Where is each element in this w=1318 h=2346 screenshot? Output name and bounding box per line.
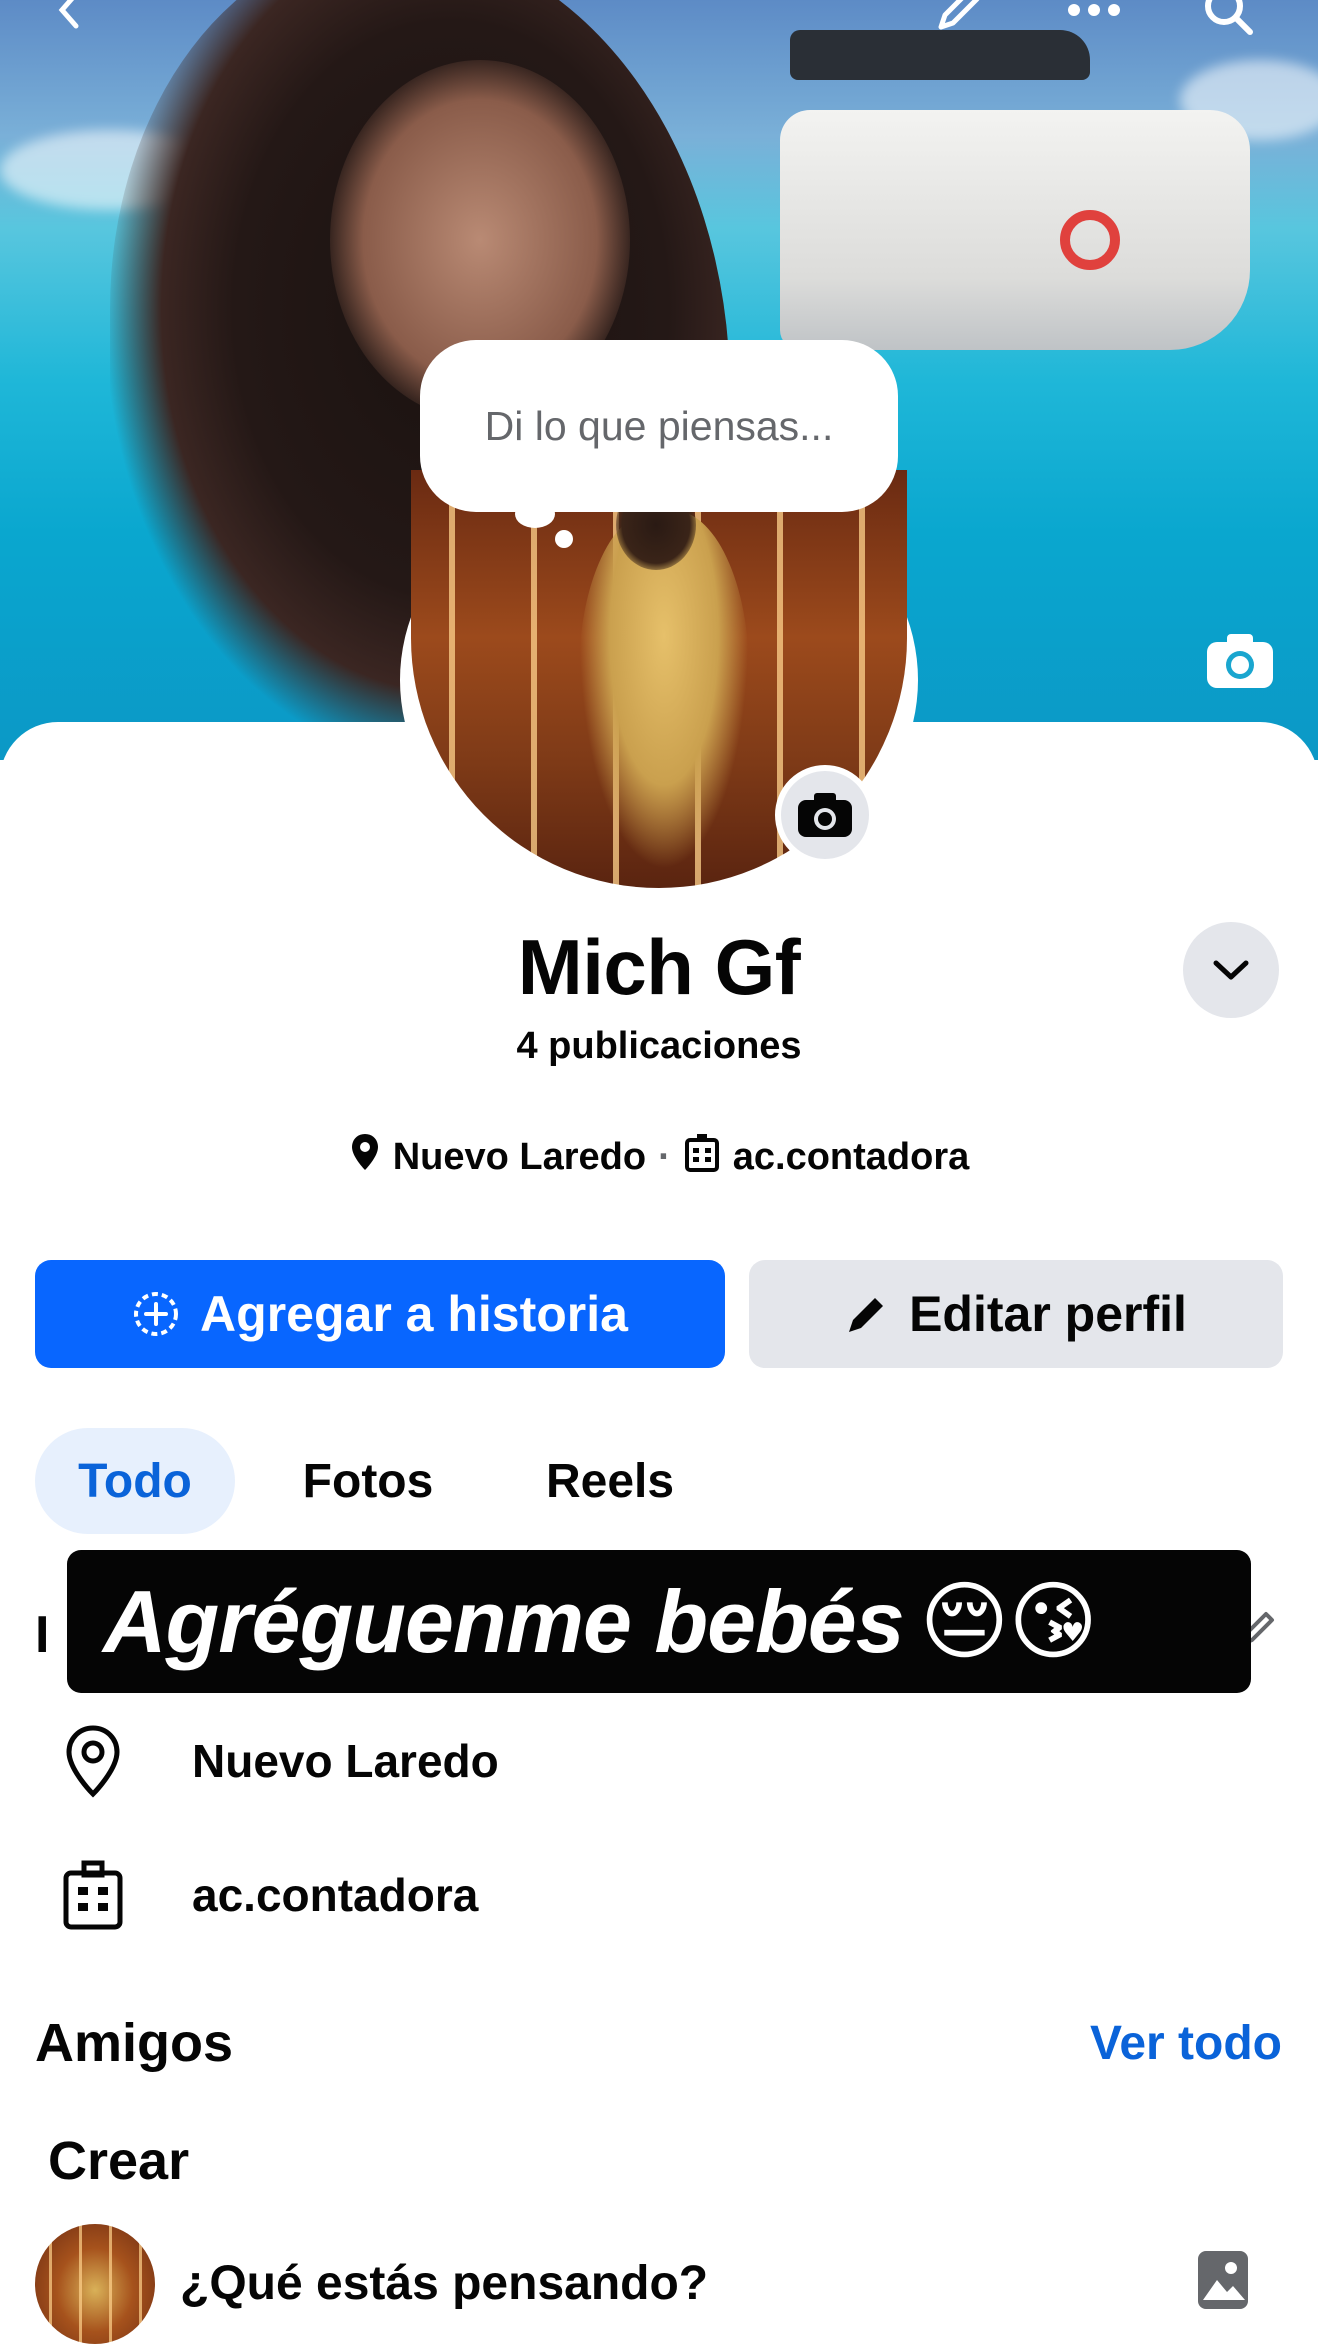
thought-bubble[interactable]: Di lo que piensas... bbox=[420, 340, 898, 512]
friends-heading: Amigos bbox=[35, 2013, 234, 2073]
tab-fotos[interactable]: Fotos bbox=[268, 1428, 468, 1534]
chevron-down-icon bbox=[1213, 960, 1249, 980]
location-pin-icon bbox=[58, 1721, 128, 1801]
edit-profile-label: Editar perfil bbox=[909, 1286, 1187, 1342]
sticker-emoji: 😔😘 bbox=[919, 1573, 1098, 1670]
pencil-icon bbox=[849, 1298, 884, 1332]
profile-dropdown-button[interactable] bbox=[1183, 922, 1279, 1018]
sticker-text: Agréguenme bebés bbox=[103, 1571, 905, 1671]
cover-camera-icon[interactable] bbox=[1205, 632, 1275, 690]
bubble-tail-small bbox=[555, 530, 573, 548]
search-icon[interactable] bbox=[1200, 0, 1256, 38]
photo-icon[interactable] bbox=[1195, 2248, 1251, 2312]
add-story-icon bbox=[134, 1292, 179, 1336]
text-sticker-overlay: Agréguenme bebés 😔😘 bbox=[67, 1550, 1251, 1693]
post-count[interactable]: 4 publicaciones bbox=[0, 1025, 1318, 1068]
intro-heading: I bbox=[35, 1606, 50, 1664]
meta-separator: · bbox=[658, 1135, 671, 1178]
profile-name: Mich Gf bbox=[517, 923, 801, 1011]
see-all-friends-link[interactable]: Ver todo bbox=[1090, 2016, 1282, 2071]
profile-page: Di lo que piensas... Mich Gf 4 publicaci… bbox=[0, 0, 1318, 2346]
create-heading: Crear bbox=[48, 2131, 190, 2191]
edit-pencil-icon[interactable] bbox=[930, 0, 986, 38]
edit-profile-button[interactable]: Editar perfil bbox=[749, 1260, 1283, 1368]
bubble-tail bbox=[515, 500, 555, 528]
location-pin-icon bbox=[349, 1132, 381, 1182]
add-to-story-button[interactable]: Agregar a historia bbox=[35, 1260, 725, 1368]
detail-location-text: Nuevo Laredo bbox=[192, 1735, 499, 1787]
detail-work-text: ac.contadora bbox=[192, 1869, 479, 1921]
profile-meta: Nuevo Laredo · ac.contadora bbox=[0, 1132, 1318, 1182]
work-building-icon bbox=[58, 1855, 128, 1935]
work-building-icon bbox=[683, 1132, 721, 1182]
back-icon[interactable] bbox=[42, 0, 98, 38]
composer-avatar[interactable] bbox=[35, 2224, 155, 2344]
meta-location: Nuevo Laredo bbox=[392, 1135, 647, 1178]
tab-todo[interactable]: Todo bbox=[35, 1428, 235, 1534]
add-to-story-label: Agregar a historia bbox=[200, 1286, 628, 1342]
detail-row-location[interactable]: Nuevo Laredo bbox=[0, 1716, 1318, 1806]
detail-row-work[interactable]: ac.contadora bbox=[0, 1850, 1318, 1940]
avatar-camera-icon[interactable] bbox=[775, 765, 875, 865]
meta-workplace: ac.contadora bbox=[732, 1135, 970, 1178]
more-options-icon[interactable] bbox=[1066, 0, 1122, 38]
tab-reels[interactable]: Reels bbox=[510, 1428, 710, 1534]
thought-bubble-placeholder: Di lo que piensas... bbox=[484, 402, 834, 449]
composer-prompt[interactable]: ¿Qué estás pensando? bbox=[180, 2256, 708, 2311]
